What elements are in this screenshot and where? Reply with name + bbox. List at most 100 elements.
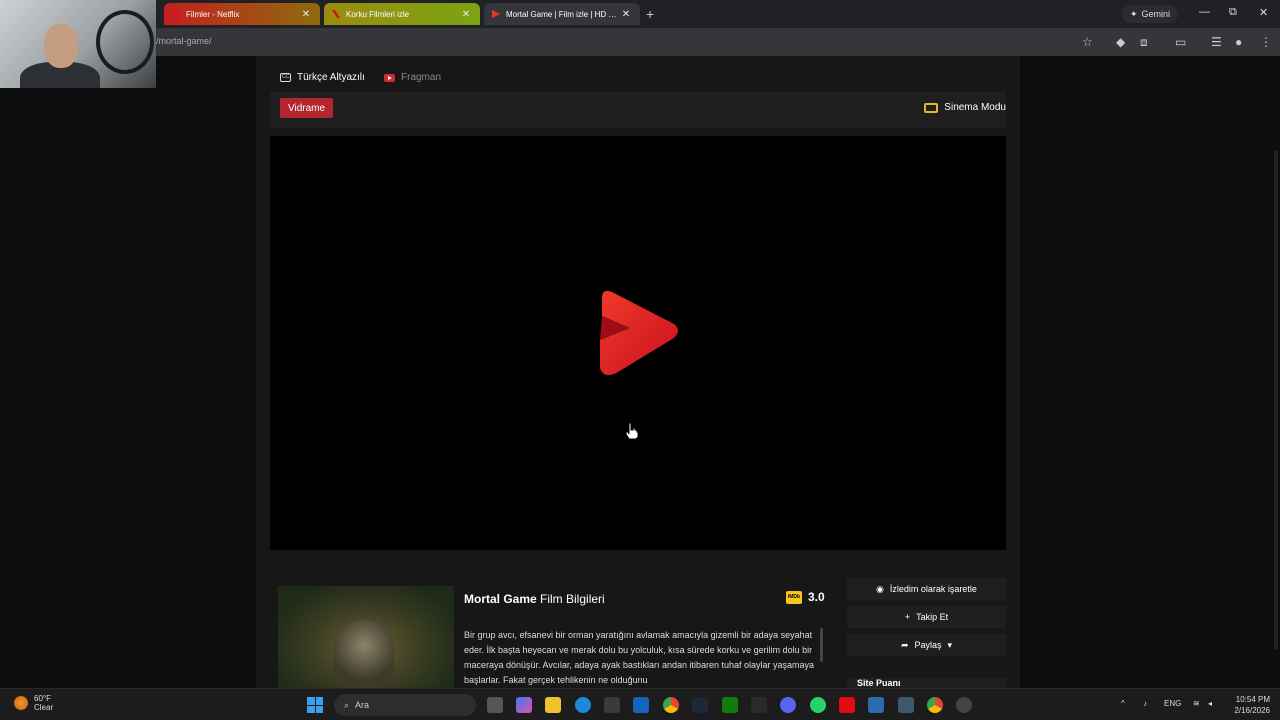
tab-search-icon[interactable]: ☰ <box>1211 35 1222 49</box>
puzzle-icon[interactable]: ⧈ <box>1140 35 1148 50</box>
restore-button[interactable]: ⧉ <box>1229 6 1237 19</box>
search-icon: ⌕ <box>344 699 350 710</box>
microphone-icon[interactable]: ♪ <box>1143 699 1147 708</box>
volume-icon[interactable]: ◂ <box>1208 699 1212 708</box>
share-button[interactable]: ➦ Paylaş ▾ <box>847 634 1006 656</box>
outlook-icon[interactable] <box>633 697 649 713</box>
tab-mortal-game[interactable]: Mortal Game | Film izle | HD Film ✕ <box>484 3 640 25</box>
browser-tab-bar: Filmler - Netflix ✕ Korku Filmleri izle … <box>0 0 1280 28</box>
hand-cursor-icon <box>625 422 639 440</box>
profile-icon[interactable]: ● <box>1235 35 1242 49</box>
share-label: Paylaş <box>914 640 942 650</box>
steam-icon[interactable] <box>692 697 708 713</box>
synopsis-scrollbar[interactable] <box>820 628 823 662</box>
discord-icon[interactable] <box>780 697 796 713</box>
netflix-icon <box>172 10 180 18</box>
film-synopsis: Bir grup avcı, efsanevi bir orman yaratı… <box>464 630 815 685</box>
edge-icon[interactable] <box>575 697 591 713</box>
tab-title: Filmler - Netflix <box>186 9 240 19</box>
person-head <box>44 24 78 68</box>
weather-temp: 60°F <box>34 694 51 703</box>
page-scrollbar[interactable] <box>1274 150 1278 650</box>
chrome-active-icon[interactable] <box>927 697 943 713</box>
caret-down-icon: ▾ <box>947 639 953 650</box>
site-icon <box>332 10 340 18</box>
wifi-icon[interactable]: ≋ <box>1193 699 1200 708</box>
play-icon <box>492 10 500 18</box>
tab-title: Mortal Game | Film izle | HD Film <box>506 9 620 19</box>
server-vidrame-button[interactable]: Vidrame <box>280 98 334 118</box>
imdb-icon: IMDb <box>786 590 802 604</box>
netflix-app-icon[interactable] <box>839 697 855 713</box>
mark-watched-button[interactable]: ◉ İzledim olarak işaretle <box>847 578 1006 600</box>
xbox-icon[interactable] <box>722 697 738 713</box>
film-name: Mortal Game <box>464 592 537 606</box>
trailer-tab-label: Fragman <box>401 72 442 83</box>
eye-slash-icon: ◉ <box>876 583 884 594</box>
tray-expand-icon[interactable]: ^ <box>1121 699 1125 708</box>
youtube-icon <box>384 73 395 82</box>
page-content: CC Türkçe Altyazılı Fragman Vidrame Sine… <box>256 56 1020 692</box>
taskbar-search[interactable]: ⌕ Ara <box>334 694 476 716</box>
bookmark-star-icon[interactable]: ☆ <box>1082 35 1093 49</box>
imdb-score: 3.0 <box>808 590 825 604</box>
search-label: Ara <box>355 700 370 710</box>
play-logo-icon[interactable] <box>596 288 680 378</box>
follow-button[interactable]: + Takip Et <box>847 606 1006 628</box>
clock-time: 10:54 PM <box>1235 695 1270 704</box>
close-icon[interactable]: ✕ <box>460 9 472 20</box>
tab-korku-filmleri[interactable]: Korku Filmleri izle ✕ <box>324 3 480 25</box>
calendar-icon[interactable] <box>868 697 884 713</box>
window-close-button[interactable]: ✕ <box>1259 6 1268 19</box>
minimize-button[interactable]: — <box>1199 6 1210 18</box>
tab-subtitled[interactable]: CC Türkçe Altyazılı <box>280 72 365 83</box>
app-icon[interactable] <box>898 697 914 713</box>
address-bar: /mortal-game/ ☆ ◆ ⧈ ▭ ☰ ● ⋮ <box>0 28 1280 56</box>
language-indicator[interactable]: ENG <box>1164 699 1181 708</box>
copilot-icon[interactable] <box>516 697 532 713</box>
extension-icon[interactable]: ◆ <box>1116 35 1125 49</box>
film-info-section: Mortal Game Film Bilgileri IMDb 3.0 Bir … <box>270 578 1006 692</box>
file-explorer-icon[interactable] <box>545 697 561 713</box>
gemini-button[interactable]: ✦ Gemini <box>1122 5 1179 23</box>
tab-netflix[interactable]: Filmler - Netflix ✕ <box>164 3 320 25</box>
share-icon: ➦ <box>900 639 909 650</box>
follow-label: Takip Et <box>916 612 949 622</box>
microphone-stand <box>96 10 154 74</box>
menu-dots-icon[interactable]: ⋮ <box>1260 35 1272 49</box>
tab-title: Korku Filmleri izle <box>346 9 410 19</box>
closed-caption-icon: CC <box>280 73 291 82</box>
new-tab-button[interactable]: + <box>646 6 654 22</box>
system-clock[interactable]: 10:54 PM 2/16/2026 <box>1222 694 1270 716</box>
cinema-mode-button[interactable]: Sinema Modu <box>924 102 1006 113</box>
cinema-mode-label: Sinema Modu <box>944 102 1006 113</box>
url-field[interactable]: /mortal-game/ <box>156 36 212 46</box>
cast-icon[interactable]: ▭ <box>1175 35 1186 49</box>
windows-taskbar: 60°F Clear ⌕ Ara ^ ♪ ENG ≋ ◂ 10:54 PM 2/… <box>0 688 1280 720</box>
clock-date: 2/16/2026 <box>1234 706 1270 715</box>
obs-icon[interactable] <box>956 697 972 713</box>
plus-icon: + <box>904 612 911 622</box>
chrome-icon[interactable] <box>663 697 679 713</box>
windows-start-icon[interactable] <box>307 697 323 713</box>
close-icon[interactable]: ✕ <box>300 9 312 20</box>
task-view-icon[interactable] <box>487 697 503 713</box>
close-icon[interactable]: ✕ <box>620 9 632 20</box>
weather-desc: Clear <box>34 703 54 712</box>
sparkle-icon: ✦ <box>1130 8 1138 19</box>
weather-icon <box>14 696 28 710</box>
store-icon[interactable] <box>604 697 620 713</box>
film-info-title: Mortal Game Film Bilgileri <box>464 592 605 606</box>
whatsapp-icon[interactable] <box>810 697 826 713</box>
gemini-label: Gemini <box>1141 9 1171 19</box>
tv-icon <box>924 102 939 113</box>
server-row: Vidrame Sinema Modu <box>270 92 1006 128</box>
tab-trailer[interactable]: Fragman <box>384 72 441 83</box>
video-player[interactable] <box>270 136 1006 550</box>
weather-widget[interactable]: 60°F Clear <box>14 694 53 712</box>
mark-watched-label: İzledim olarak işaretle <box>889 584 977 594</box>
epic-games-icon[interactable] <box>751 697 767 713</box>
film-info-suffix: Film Bilgileri <box>536 592 605 606</box>
subtitle-tab-label: Türkçe Altyazılı <box>297 72 365 83</box>
imdb-rating: IMDb 3.0 <box>786 590 825 604</box>
